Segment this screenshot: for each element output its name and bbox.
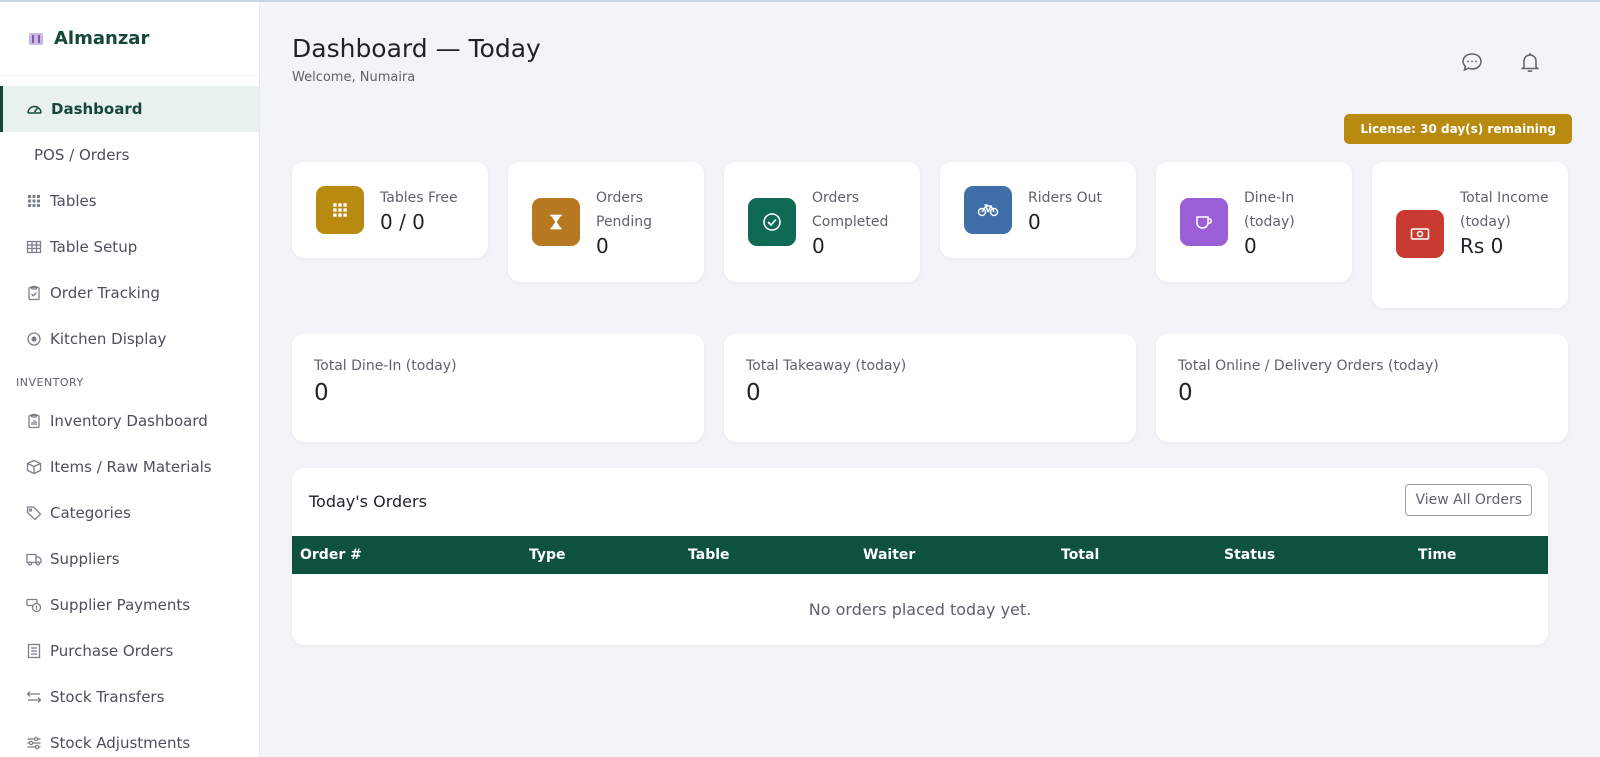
- column-header-waiter[interactable]: Waiter: [863, 536, 915, 574]
- clipboard-icon: [28, 285, 40, 301]
- sidebar-item-label: Tables: [50, 192, 97, 210]
- stat-label: Total Income (today): [1460, 190, 1549, 230]
- orders-empty-state: No orders placed today yet.: [808, 600, 1032, 619]
- sidebar-item-suppliers[interactable]: Suppliers: [0, 536, 259, 582]
- sidebar-item-stock-transfers[interactable]: Stock Transfers: [0, 674, 259, 720]
- grid-icon: [316, 186, 364, 234]
- sidebar-item-label: Stock Adjustments: [50, 734, 191, 752]
- total-label: Total Takeaway (today): [746, 358, 907, 374]
- total-card-takeaway: Total Takeaway (today) 0: [724, 334, 1136, 442]
- bell-icon[interactable]: [1518, 50, 1542, 74]
- sidebar: Almanzar Dashboard POS / Orders Tables T…: [0, 2, 260, 757]
- sidebar-item-label: Stock Transfers: [50, 688, 165, 706]
- sidebar-item-label: Suppliers: [50, 550, 120, 568]
- cash-icon: [1396, 210, 1444, 258]
- sidebar-item-stock-adjustments[interactable]: Stock Adjustments: [0, 720, 259, 757]
- sidebar-item-items-raw-materials[interactable]: Items / Raw Materials: [0, 444, 259, 490]
- record-icon: [27, 332, 41, 346]
- total-value: 0: [314, 380, 329, 406]
- brand-name: Almanzar: [54, 28, 150, 49]
- stat-card-orders-completed: Orders Completed 0: [724, 162, 920, 282]
- total-label: Total Online / Delivery Orders (today): [1178, 358, 1439, 374]
- stat-value: Rs 0: [1460, 234, 1504, 258]
- sidebar-item-label: Order Tracking: [50, 284, 160, 302]
- sidebar-item-pos-orders[interactable]: POS / Orders: [0, 132, 259, 178]
- hourglass-icon: [532, 198, 580, 246]
- column-header-total[interactable]: Total: [1061, 536, 1099, 574]
- stat-label: Orders Completed: [812, 190, 889, 230]
- sidebar-item-label: Dashboard: [51, 100, 143, 118]
- brand[interactable]: Almanzar: [0, 2, 259, 76]
- sidebar-item-order-tracking[interactable]: Order Tracking: [0, 270, 259, 316]
- total-card-online-delivery: Total Online / Delivery Orders (today) 0: [1156, 334, 1568, 442]
- check-circle-icon: [748, 198, 796, 246]
- stat-card-riders-out: Riders Out 0: [940, 162, 1136, 258]
- orders-table-header: Order # Type Table Waiter Total Status T…: [292, 536, 1548, 574]
- welcome-text: Welcome, Numaira: [292, 70, 416, 85]
- stat-value: 0: [1028, 210, 1041, 234]
- sidebar-item-label: Items / Raw Materials: [50, 458, 212, 476]
- column-header-status[interactable]: Status: [1224, 536, 1275, 574]
- box-icon: [26, 459, 42, 475]
- cup-icon: [1180, 198, 1228, 246]
- sidebar-item-categories[interactable]: Categories: [0, 490, 259, 536]
- column-header-table[interactable]: Table: [688, 536, 730, 574]
- sidebar-item-tables[interactable]: Tables: [0, 178, 259, 224]
- receipt-icon: [27, 643, 41, 659]
- sidebar-item-label: Purchase Orders: [50, 642, 174, 660]
- total-label: Total Dine-In (today): [314, 358, 457, 374]
- sidebar-item-kitchen-display[interactable]: Kitchen Display: [0, 316, 259, 362]
- sidebar-item-label: Supplier Payments: [50, 596, 191, 614]
- sidebar-item-label: POS / Orders: [34, 146, 130, 164]
- column-header-type[interactable]: Type: [529, 536, 566, 574]
- sidebar-item-supplier-payments[interactable]: Supplier Payments: [0, 582, 259, 628]
- sidebar-item-inventory-dashboard[interactable]: Inventory Dashboard: [0, 398, 259, 444]
- grid-icon: [28, 195, 40, 207]
- stat-label: Orders Pending: [596, 190, 652, 230]
- stat-value: 0: [1244, 234, 1257, 258]
- stat-label: Dine-In (today): [1244, 190, 1295, 230]
- bicycle-icon: [964, 186, 1012, 234]
- table-icon: [26, 240, 42, 254]
- gauge-icon: [27, 105, 42, 114]
- column-header-time[interactable]: Time: [1418, 536, 1456, 574]
- sidebar-section-inventory: INVENTORY: [16, 376, 84, 389]
- page-title: Dashboard — Today: [292, 34, 541, 63]
- stat-value: 0 / 0: [380, 210, 425, 234]
- sidebar-item-label: Kitchen Display: [50, 330, 167, 348]
- arrows-exchange-icon: [26, 691, 42, 703]
- total-value: 0: [746, 380, 761, 406]
- truck-icon: [26, 553, 42, 566]
- orders-title: Today's Orders: [309, 492, 427, 511]
- stat-value: 0: [596, 234, 609, 258]
- chat-dots-icon[interactable]: [1460, 50, 1484, 74]
- sidebar-item-label: Inventory Dashboard: [50, 412, 208, 430]
- clipboard-chart-icon: [28, 413, 40, 429]
- total-card-dine-in: Total Dine-In (today) 0: [292, 334, 704, 442]
- stat-card-orders-pending: Orders Pending 0: [508, 162, 704, 282]
- sidebar-item-label: Categories: [50, 504, 131, 522]
- license-badge: License: 30 day(s) remaining: [1344, 114, 1572, 144]
- sidebar-item-label: Table Setup: [50, 238, 138, 256]
- sliders-icon: [27, 736, 41, 750]
- sidebar-item-dashboard[interactable]: Dashboard: [0, 86, 259, 132]
- tags-icon: [26, 506, 42, 521]
- stat-label: Tables Free: [380, 190, 458, 206]
- column-header-order-number[interactable]: Order #: [300, 536, 362, 574]
- utensils-icon: [26, 29, 46, 49]
- stat-card-total-income: Total Income (today) Rs 0: [1372, 162, 1568, 308]
- sidebar-item-table-setup[interactable]: Table Setup: [0, 224, 259, 270]
- stat-card-dine-in: Dine-In (today) 0: [1156, 162, 1352, 282]
- sidebar-item-purchase-orders[interactable]: Purchase Orders: [0, 628, 259, 674]
- stat-value: 0: [812, 234, 825, 258]
- stat-label: Riders Out: [1028, 190, 1102, 206]
- cash-coin-icon: [26, 598, 42, 613]
- view-all-orders-button[interactable]: View All Orders: [1405, 484, 1532, 516]
- stat-card-tables-free: Tables Free 0 / 0: [292, 162, 488, 258]
- total-value: 0: [1178, 380, 1193, 406]
- todays-orders-panel: Today's Orders View All Orders Order # T…: [292, 468, 1548, 645]
- main-content: Dashboard — Today Welcome, Numaira Licen…: [260, 2, 1600, 757]
